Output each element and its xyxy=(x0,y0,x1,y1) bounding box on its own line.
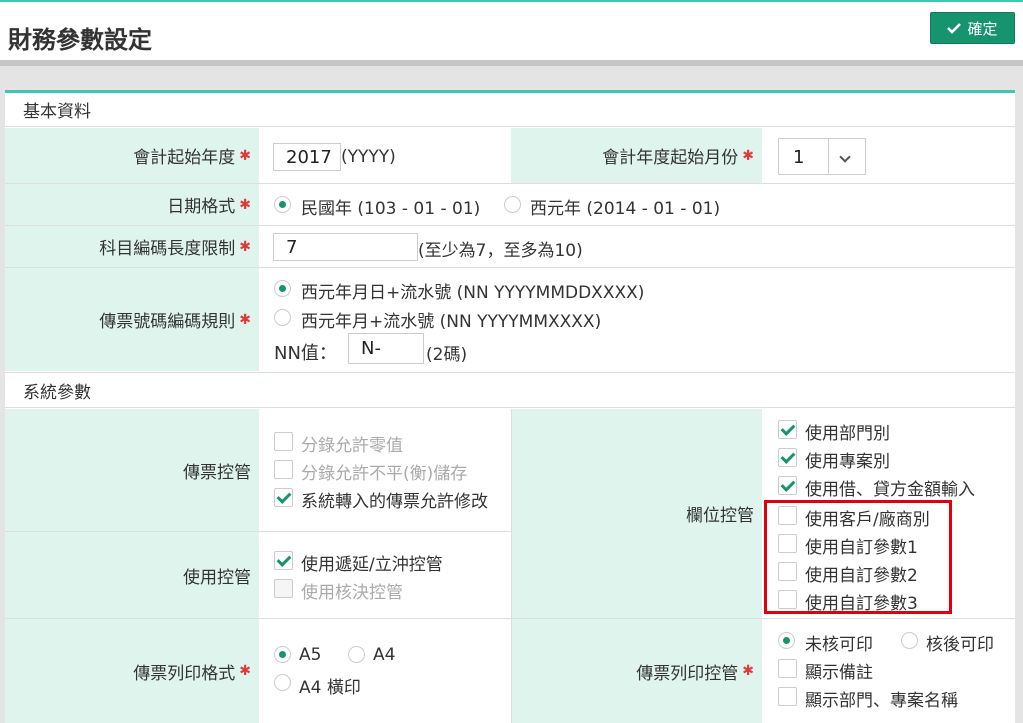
allow-modify-imported-label: 系統轉入的傳票允許修改 xyxy=(301,492,488,512)
voucher-control-label-text: 傳票控管 xyxy=(183,462,251,483)
show-remarks-label: 顯示備註 xyxy=(805,663,873,683)
start-month-label-text: 會計年度起始月份 xyxy=(602,148,739,168)
print-unapproved-label: 未核可印 xyxy=(805,635,873,655)
field-control-label: 欄位控管 xyxy=(511,409,762,618)
show-dept-project-checkbox[interactable] xyxy=(778,687,797,706)
deferral-control-checkbox[interactable] xyxy=(274,551,293,570)
highlight-box xyxy=(764,500,952,614)
required-icon: ✱ xyxy=(742,663,754,679)
use-debit-credit-checkbox[interactable] xyxy=(778,476,797,495)
print-control-label: 傳票列印控管 ✱ xyxy=(511,619,762,723)
voucher-rule-monthly-radio[interactable] xyxy=(274,309,291,326)
section-basic-title: 基本資料 xyxy=(23,102,91,122)
required-icon: ✱ xyxy=(742,147,754,164)
approval-control-label: 使用核決控管 xyxy=(301,583,403,603)
date-format-roc-radio[interactable] xyxy=(274,196,291,213)
nn-label: NN值： xyxy=(274,343,337,364)
approval-control-checkbox[interactable] xyxy=(274,579,293,598)
allow-modify-imported-checkbox[interactable] xyxy=(274,488,293,507)
show-dept-project-label: 顯示部門、專案名稱 xyxy=(805,691,958,711)
voucher-rule-monthly-label: 西元年月+流水號 (NN YYYYMMXXXX) xyxy=(301,312,602,332)
date-format-ad-radio[interactable] xyxy=(504,196,521,213)
chevron-down-icon xyxy=(839,151,851,163)
start-year-label-text: 會計起始年度 xyxy=(133,148,236,168)
print-a4-landscape-label: A4 橫印 xyxy=(299,678,361,698)
allow-unbalanced-checkbox[interactable] xyxy=(274,460,293,479)
select-divider xyxy=(828,139,829,174)
check-icon xyxy=(947,23,962,34)
voucher-rule-daily-radio[interactable] xyxy=(274,280,291,297)
print-format-label-text: 傳票列印格式 xyxy=(133,663,236,684)
required-icon: ✱ xyxy=(239,311,251,328)
use-project-label: 使用專案別 xyxy=(805,452,890,472)
account-length-label-text: 科目編碼長度限制 xyxy=(99,239,236,259)
required-icon: ✱ xyxy=(239,147,251,164)
page-title: 財務參數設定 xyxy=(8,26,152,54)
date-format-roc-label: 民國年 (103 - 01 - 01) xyxy=(301,199,481,219)
print-a4-landscape-radio[interactable] xyxy=(274,674,291,691)
date-format-ad-label: 西元年 (2014 - 01 - 01) xyxy=(530,199,721,219)
date-format-label: 日期格式 ✱ xyxy=(5,184,259,225)
required-icon: ✱ xyxy=(239,663,251,679)
allow-zero-label: 分錄允許零值 xyxy=(301,436,403,456)
print-a4-radio[interactable] xyxy=(348,646,365,663)
section-system-title: 系統參數 xyxy=(23,382,91,403)
account-length-hint: (至少為7，至多為10) xyxy=(418,241,583,261)
account-length-label: 科目編碼長度限制 ✱ xyxy=(5,226,259,267)
required-icon: ✱ xyxy=(239,196,251,213)
voucher-control-label: 傳票控管 xyxy=(5,409,259,531)
use-debit-credit-label: 使用借、貸方金額輸入 xyxy=(805,480,975,500)
print-a5-radio[interactable] xyxy=(274,646,291,663)
use-department-label: 使用部門別 xyxy=(805,424,890,444)
print-unapproved-radio[interactable] xyxy=(778,632,795,649)
voucher-rule-label-text: 傳票號碼編碼規則 xyxy=(99,312,236,332)
start-month-value: 1 xyxy=(793,147,805,168)
print-control-label-text: 傳票列印控管 xyxy=(636,663,739,684)
start-year-input[interactable]: 2017 xyxy=(273,143,341,171)
start-year-label: 會計起始年度 ✱ xyxy=(5,128,259,183)
usage-control-label: 使用控管 xyxy=(5,532,259,618)
section-basic-header: 基本資料 xyxy=(5,93,1015,127)
print-format-label: 傳票列印格式 ✱ xyxy=(5,619,259,723)
deferral-control-label: 使用遞延/立沖控管 xyxy=(301,555,443,575)
voucher-rule-daily-label: 西元年月日+流水號 (NN YYYYMMDDXXXX) xyxy=(301,283,645,303)
column-divider xyxy=(511,619,512,723)
column-divider xyxy=(511,409,512,619)
start-year-hint: (YYYY) xyxy=(341,147,396,167)
nn-hint: (2碼) xyxy=(426,345,468,365)
print-approved-label: 核後可印 xyxy=(926,635,994,655)
nn-input[interactable]: N- xyxy=(348,333,424,364)
print-a5-label: A5 xyxy=(299,645,322,665)
allow-unbalanced-label: 分錄允許不平(衡)儲存 xyxy=(301,464,468,484)
print-approved-radio[interactable] xyxy=(901,632,918,649)
use-project-checkbox[interactable] xyxy=(778,448,797,467)
start-month-label: 會計年度起始月份 ✱ xyxy=(511,128,762,183)
section-system-header: 系統參數 xyxy=(5,372,1015,408)
required-icon: ✱ xyxy=(239,238,251,255)
date-format-label-text: 日期格式 xyxy=(167,197,236,217)
account-length-value: 7 xyxy=(286,236,298,258)
page-header: 財務參數設定 確定 xyxy=(0,2,1023,60)
voucher-rule-label: 傳票號碼編碼規則 ✱ xyxy=(5,268,259,371)
use-department-checkbox[interactable] xyxy=(778,420,797,439)
allow-zero-checkbox[interactable] xyxy=(274,432,293,451)
start-month-select[interactable]: 1 xyxy=(778,138,866,175)
show-remarks-checkbox[interactable] xyxy=(778,659,797,678)
field-control-label-text: 欄位控管 xyxy=(686,506,754,526)
confirm-button[interactable]: 確定 xyxy=(930,12,1015,44)
nn-value: N- xyxy=(361,338,381,359)
usage-control-label-text: 使用控管 xyxy=(183,567,251,588)
confirm-label: 確定 xyxy=(967,19,998,38)
account-length-input[interactable]: 7 xyxy=(273,233,418,261)
start-year-value: 2017 xyxy=(286,146,332,168)
print-a4-label: A4 xyxy=(373,645,396,665)
